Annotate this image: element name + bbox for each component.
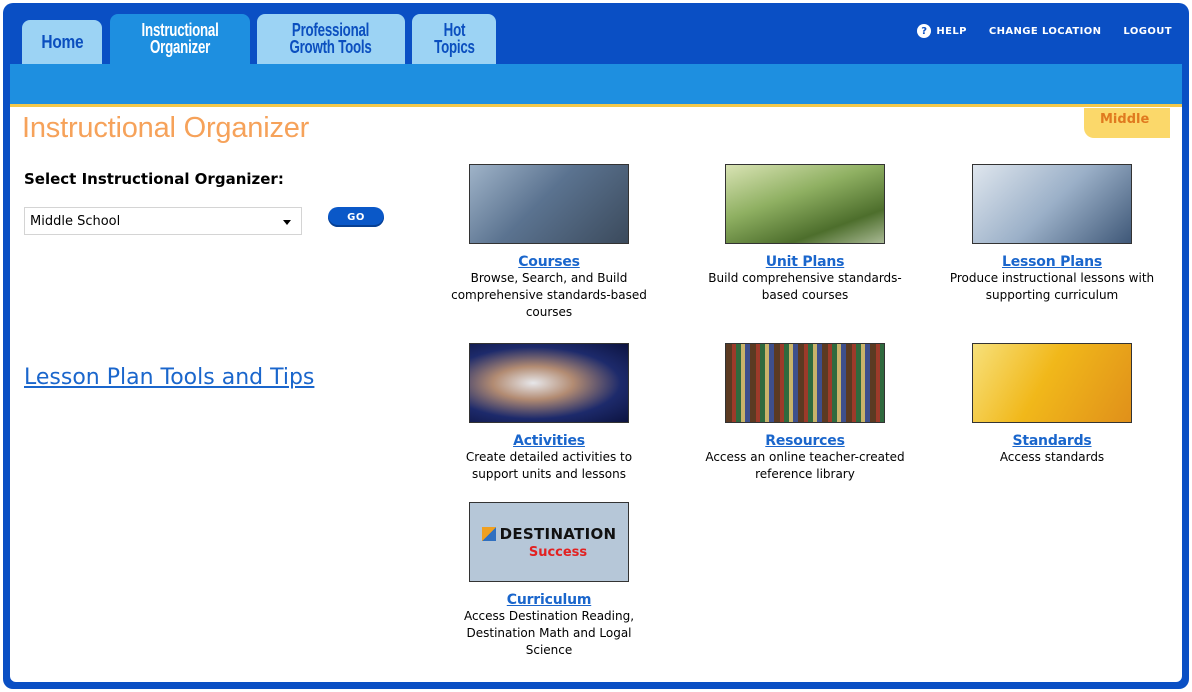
curriculum-description: Access Destination Reading, Destination …	[463, 609, 635, 657]
unit-plans-image[interactable]	[725, 164, 885, 244]
courses-link[interactable]: Courses	[439, 254, 659, 270]
unit-plans-link[interactable]: Unit Plans	[695, 254, 915, 270]
organizer-select[interactable]: Middle School	[24, 207, 302, 235]
unit-plans-description: Build comprehensive standards-based cour…	[708, 271, 902, 302]
tile-curriculum: DESTINATION Success Curriculum Access De…	[439, 502, 659, 659]
standards-image[interactable]	[972, 343, 1132, 423]
change-location-link[interactable]: CHANGE LOCATION	[989, 26, 1102, 37]
chevron-down-icon	[283, 220, 291, 225]
resources-link[interactable]: Resources	[695, 433, 915, 449]
tile-courses: Courses Browse, Search, and Build compre…	[439, 164, 659, 321]
lesson-plan-tools-link[interactable]: Lesson Plan Tools and Tips	[24, 365, 314, 390]
activities-link[interactable]: Activities	[439, 433, 659, 449]
destination-logo-icon	[481, 526, 496, 541]
select-organizer-label: Select Instructional Organizer:	[24, 170, 284, 188]
activities-description: Create detailed activities to support un…	[465, 450, 633, 481]
resources-description: Access an online teacher-created referen…	[705, 450, 905, 481]
top-links: ? HELP CHANGE LOCATION LOGOUT	[917, 24, 1172, 38]
lesson-plans-image[interactable]	[972, 164, 1132, 244]
tile-unit-plans: Unit Plans Build comprehensive standards…	[695, 164, 915, 304]
tab-hot-topics[interactable]: Hot Topics	[412, 14, 496, 64]
standards-description: Access standards	[999, 450, 1105, 464]
activities-image[interactable]	[469, 343, 629, 423]
tab-professional-growth-tools-label: Professional Growth Tools	[289, 20, 373, 57]
logout-link[interactable]: LOGOUT	[1123, 26, 1172, 37]
lesson-plans-description: Produce instructional lessons with suppo…	[949, 271, 1155, 302]
go-button[interactable]: GO	[328, 207, 384, 227]
tab-professional-growth-tools[interactable]: Professional Growth Tools	[257, 14, 405, 64]
courses-image[interactable]	[469, 164, 629, 244]
resources-image[interactable]	[725, 343, 885, 423]
tab-home[interactable]: Home	[22, 20, 102, 64]
tab-instructional-organizer-label: Instructional Organizer	[141, 20, 219, 57]
help-icon: ?	[917, 24, 932, 38]
standards-link[interactable]: Standards	[942, 433, 1162, 449]
tab-instructional-organizer[interactable]: Instructional Organizer	[110, 14, 250, 64]
tab-hot-topics-label: Hot Topics	[433, 20, 475, 57]
tile-activities: Activities Create detailed activities to…	[439, 343, 659, 483]
lesson-plans-link[interactable]: Lesson Plans	[942, 254, 1162, 270]
destination-success-image[interactable]: DESTINATION Success	[469, 502, 629, 582]
courses-description: Browse, Search, and Build comprehensive …	[451, 271, 647, 319]
tile-lesson-plans: Lesson Plans Produce instructional lesso…	[942, 164, 1162, 304]
tile-resources: Resources Access an online teacher-creat…	[695, 343, 915, 483]
tile-standards: Standards Access standards	[942, 343, 1162, 466]
help-link[interactable]: ? HELP	[917, 24, 967, 38]
page-title: Instructional Organizer	[22, 112, 310, 144]
sub-navigation-bar	[10, 64, 1182, 104]
level-badge: Middle	[1084, 108, 1170, 138]
curriculum-link[interactable]: Curriculum	[439, 592, 659, 608]
tab-home-label: Home	[41, 31, 83, 52]
